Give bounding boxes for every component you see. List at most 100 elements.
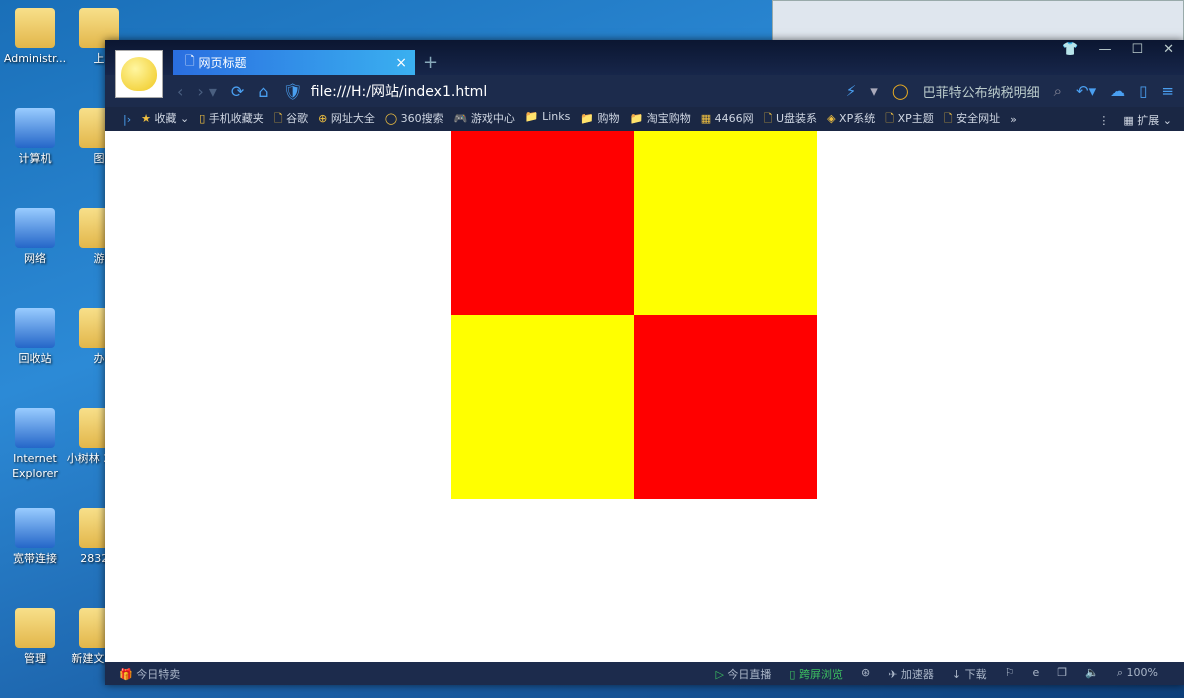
desktop-icon[interactable]: 网络 [0,208,70,266]
bookmark-item[interactable]: 📁 Links [525,110,570,129]
search-icon[interactable]: ⌕ [1054,82,1062,100]
cloud-icon[interactable]: ☁ [1110,82,1125,100]
more-bookmarks[interactable]: » [1010,113,1017,126]
download-button[interactable]: ↓ 下载 [952,666,987,682]
bookmark-item[interactable]: ⊕ 网址大全 [318,110,375,129]
bookmark-item[interactable]: 🗋 XP主题 [885,110,934,129]
bookmark-icon: ▯ [199,111,206,125]
shield-icon: 🛡 [282,81,303,101]
bookmark-item[interactable]: 📁 购物 [580,110,619,129]
user-avatar[interactable] [115,50,163,98]
cross-screen-button[interactable]: ▯ 跨屏浏览 [789,666,843,682]
desktop-icon-label: 图 [93,152,105,165]
bookmark-item[interactable]: ◈ XP系统 [827,110,875,129]
bookmark-icon: ★ [141,111,151,125]
mobile-icon[interactable]: ▯ [1139,82,1147,100]
desktop-icon-image [15,108,55,148]
bookmark-item[interactable]: 🗋 谷歌 [274,110,308,129]
bookmarks-bar: |› ★ 收藏 ⌄ ▯ 手机收藏夹 🗋 谷歌 ⊕ 网址大全 ◯ 360搜索 🎮 游戏中心 📁… [105,107,1184,131]
bookmark-item[interactable]: 🎮 游戏中心 [454,110,515,129]
desktop-icon[interactable]: 宽带连接 [0,508,70,566]
bookmark-label: U盘装系 [776,111,818,125]
new-tab-button[interactable]: + [423,52,438,73]
window-icon[interactable]: ❐ [1057,666,1067,682]
browser-window: 🗋 网页标题 × + 👕 — ☐ ✕ ‹ › ▾ ⟳ ⌂ 🛡 file:///H… [105,40,1184,685]
refresh-button[interactable]: ⟳ [231,82,244,101]
bookmark-item[interactable]: ★ 收藏 ⌄ [141,110,189,129]
daily-deals[interactable]: 🎁 今日特卖 [105,666,180,682]
desktop-icon-label: 办 [93,352,105,365]
desktop-icon[interactable]: 管理 [0,608,70,666]
square-bottom-left [451,315,634,499]
bookmark-icon: ▦ [700,111,712,125]
status-bar: 🎁 今日特卖 ▷ 今日直播 ▯ 跨屏浏览 ⊛ ✈ 加速器 ↓ 下载 ⚐ e ❐ … [105,662,1184,685]
bookmark-item[interactable]: ◯ 360搜索 [385,110,444,129]
bookmark-label: 淘宝购物 [646,111,691,125]
skin-icon[interactable]: 👕 [1062,42,1078,57]
bookmark-icon: 🗋 [763,111,773,125]
ie-icon[interactable]: e [1033,666,1040,682]
address-bar[interactable]: file:///H:/网站/index1.html [311,81,487,101]
back-button[interactable]: ‹ [177,82,183,101]
desktop-icon-label: 游 [93,252,105,265]
flag-icon[interactable]: ⚐ [1005,666,1015,682]
search-input[interactable]: 巴菲特公布纳税明细 [923,82,1040,101]
minimize-button[interactable]: — [1098,42,1111,57]
bookmark-item[interactable]: 📁 淘宝购物 [630,110,691,129]
desktop-icon-image [15,308,55,348]
desktop-icon[interactable]: Administr... [0,8,70,66]
live-label: 今日直播 [727,667,772,681]
bookmark-icon: ◯ [384,111,398,125]
bookmark-icon: 🗋 [885,111,895,125]
extensions-label: 扩展 [1137,114,1160,127]
desktop-icon[interactable]: Internet Explorer [0,408,70,481]
nav-toolbar: ‹ › ▾ ⟳ ⌂ 🛡 file:///H:/网站/index1.html ⚡ … [105,75,1184,107]
zoom-button[interactable]: ⌕ 100% [1117,666,1158,682]
bookmark-icon: ◈ [827,111,836,125]
bookmark-icon: 📁 [580,111,595,125]
bookmark-item[interactable]: ▦ 4466网 [701,110,754,129]
home-button[interactable]: ⌂ [258,82,268,101]
background-window[interactable] [772,0,1184,42]
bookmark-label: 4466网 [714,111,754,125]
bookmark-icon: 🗋 [273,111,283,125]
menu-icon[interactable]: ≡ [1161,82,1174,100]
tab-title: 网页标题 [198,56,247,70]
accelerator-button[interactable]: ✈ 加速器 [888,666,934,682]
square-top-right [634,131,817,315]
desktop-icon-label: 上 [93,52,105,65]
bookmark-item[interactable]: 🗋 安全网址 [944,110,1000,129]
bookmark-icon: 🎮 [453,111,468,125]
bookmark-icon: 📁 [524,109,539,123]
desktop-icon[interactable]: 计算机 [0,108,70,166]
bookmark-label: 360搜索 [400,111,444,125]
desktop-icon-image [15,508,55,548]
tab-close-button[interactable]: × [395,55,407,71]
desktop-icon[interactable]: 回收站 [0,308,70,366]
close-button[interactable]: ✕ [1163,42,1174,57]
bookmark-item[interactable]: 🗋 U盘装系 [764,110,817,129]
desktop-icon-label: 管理 [24,652,46,665]
tab-active[interactable]: 🗋 网页标题 × [173,50,415,75]
sidebar-toggle-icon[interactable]: |› [123,113,131,126]
forward-button[interactable]: › ▾ [197,82,217,101]
bookmark-label: 谷歌 [286,111,309,125]
bookmark-item[interactable]: ▯ 手机收藏夹 [199,110,264,129]
bookmark-label: 手机收藏夹 [208,111,264,125]
bookmark-icon: 🗋 [943,111,953,125]
page-icon: 🗋 [185,54,199,68]
speed-icon[interactable]: ⊛ [861,666,870,682]
volume-icon[interactable]: 🔈 [1085,666,1099,682]
square-bottom-right [634,315,817,499]
undo-icon[interactable]: ↶▾ [1076,82,1096,100]
daily-deals-label: 今日特卖 [136,667,181,681]
360-search-icon: ◯ [891,82,909,100]
bookmark-label: 收藏 [154,111,177,125]
extensions-button[interactable]: ⋮ ▦ 扩展 ⌄ [1098,112,1172,128]
desktop-icon-label: Administr... [3,52,67,65]
bookmark-icon: ⊕ [318,111,328,125]
live-button[interactable]: ▷ 今日直播 [715,666,771,682]
maximize-button[interactable]: ☐ [1131,42,1143,57]
lightning-icon[interactable]: ⚡ [846,82,857,100]
dropdown-icon[interactable]: ▾ [870,82,878,100]
